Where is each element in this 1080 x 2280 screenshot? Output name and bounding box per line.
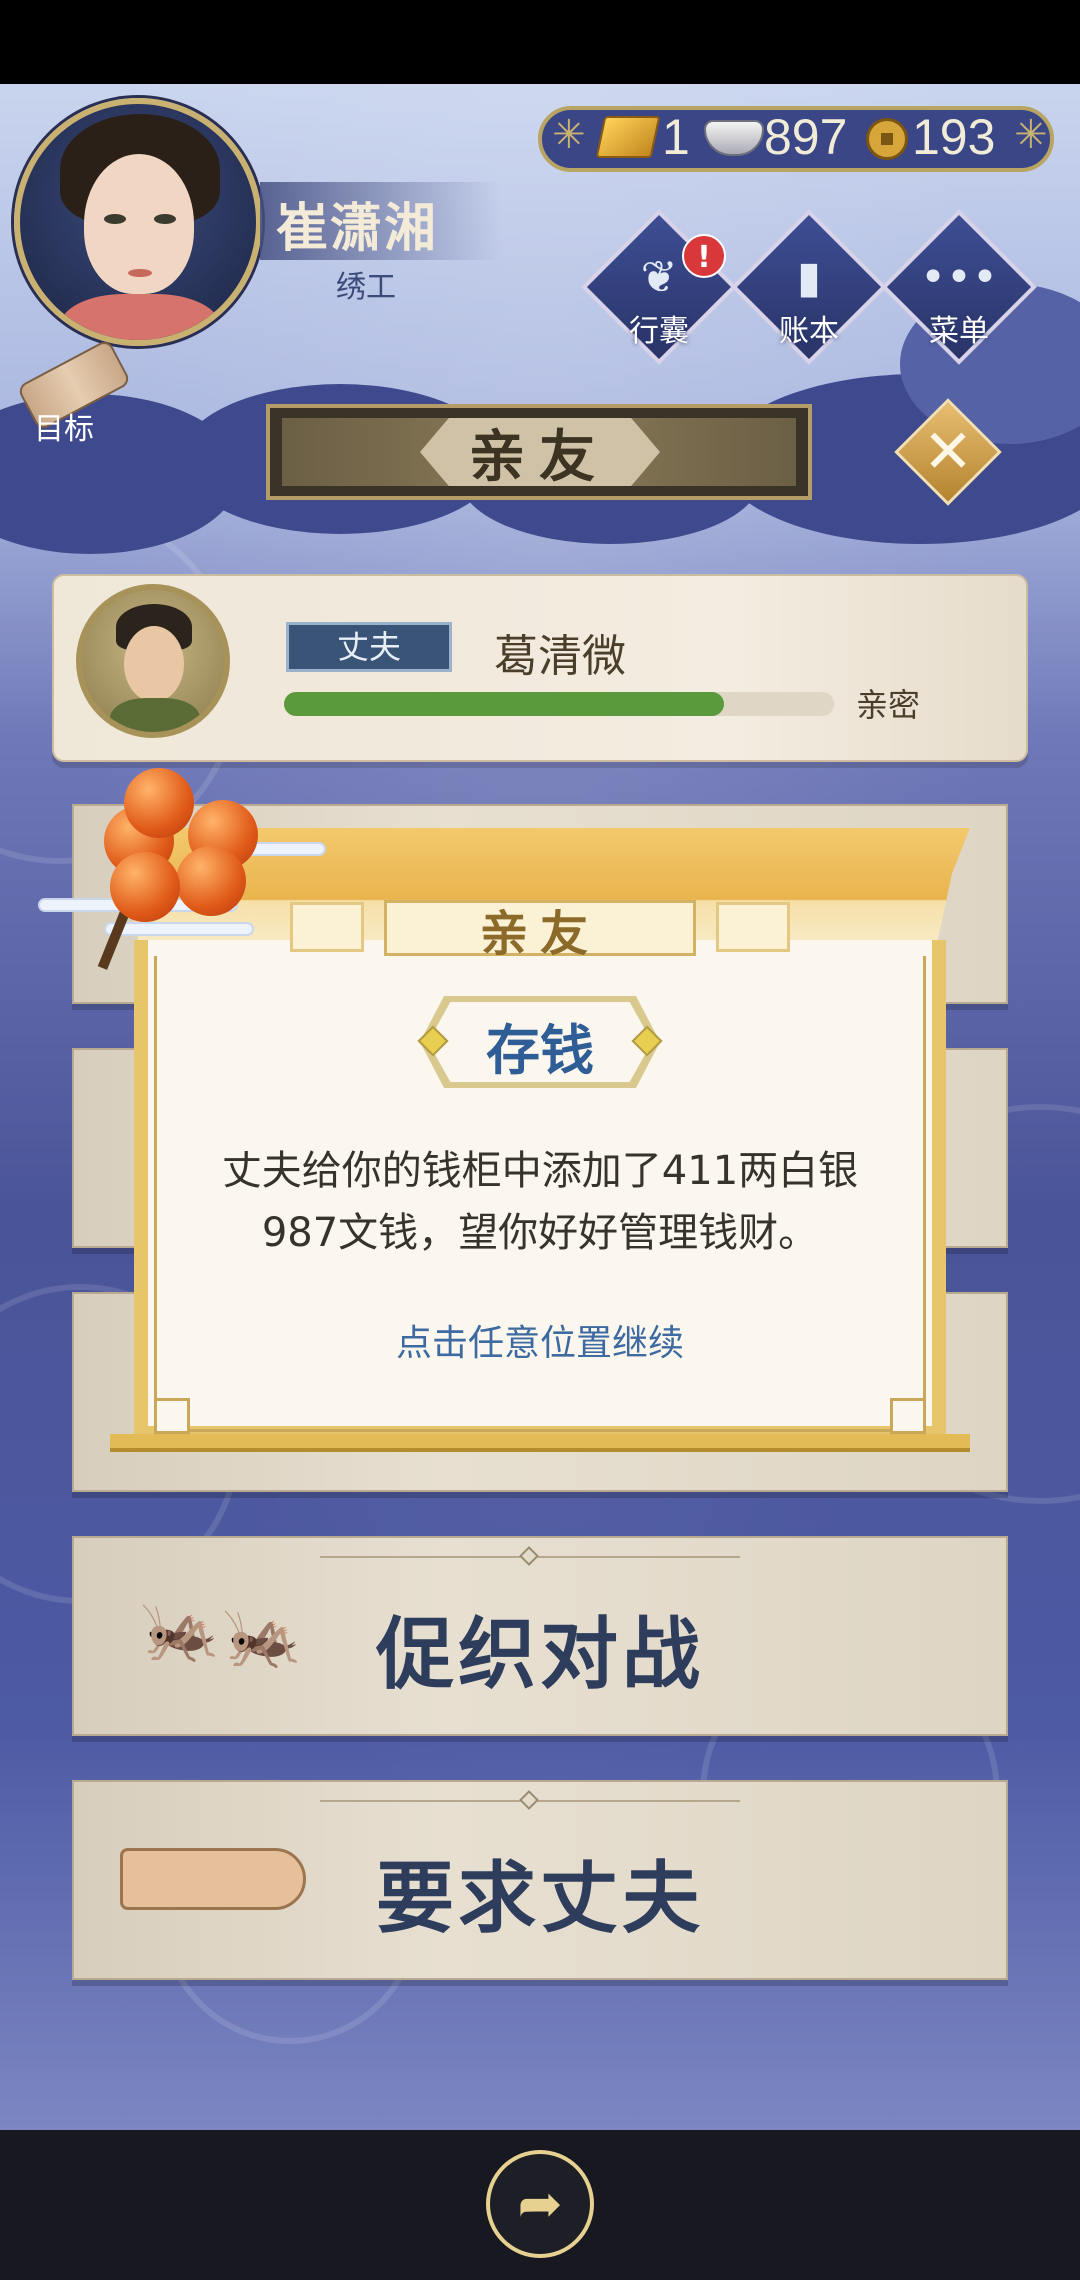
close-icon: ✕ xyxy=(922,417,974,487)
ledger-label: 账本 xyxy=(779,314,839,349)
relationship-status: 亲密 xyxy=(856,686,921,724)
continue-hint[interactable]: 点击任意位置继续 xyxy=(180,1314,900,1366)
share-icon: ➦ xyxy=(517,2172,563,2235)
relative-avatar xyxy=(76,584,230,738)
gold-amount: 1 xyxy=(662,109,690,165)
player-title: 绣工 xyxy=(336,270,396,305)
ask-husband-label: 要求丈夫 xyxy=(375,1854,704,1944)
affection-bar-fill xyxy=(284,692,724,716)
coin-amount: 193 xyxy=(912,109,996,165)
dialog-title: 亲友 xyxy=(479,906,600,962)
dialog-message-line-1: 丈夫给你的钱柜中添加了411两白银 xyxy=(221,1148,859,1194)
player-name: 崔潇湘 xyxy=(276,199,439,259)
relative-role-tag: 丈夫 xyxy=(286,622,452,672)
relative-name: 葛清微 xyxy=(494,631,626,682)
bamboo-left-icon: ✳ xyxy=(552,112,586,158)
goal-label[interactable]: 目标 xyxy=(34,404,94,448)
cricket-battle-label: 促织对战 xyxy=(375,1610,704,1700)
more-icon: ••• xyxy=(920,252,998,303)
dialog-message-line-2: 987文钱，望你好好管理钱财。 xyxy=(261,1210,819,1256)
dialog-subtitle: 存钱 xyxy=(486,1019,594,1082)
bamboo-right-icon: ✳ xyxy=(1014,112,1048,158)
share-button[interactable]: ➦ xyxy=(486,2150,594,2258)
player-avatar[interactable] xyxy=(14,98,262,346)
candied-haw-icon xyxy=(110,852,180,922)
status-bar xyxy=(0,0,1080,84)
bag-label: 行囊 xyxy=(629,314,689,349)
candied-haw-icon xyxy=(124,768,194,838)
page-title: 亲友 xyxy=(469,425,609,490)
silver-amount: 897 xyxy=(764,109,848,165)
copper-coin-icon xyxy=(866,118,908,160)
candied-haw-icon xyxy=(176,846,246,916)
dialog-message: 丈夫给你的钱柜中添加了411两白银 987文钱，望你好好管理钱财。 xyxy=(180,1140,900,1264)
gold-ingot-icon xyxy=(595,116,661,158)
ledger-icon: ▮ xyxy=(796,252,822,303)
dialog-base xyxy=(110,1434,970,1452)
menu-label: 菜单 xyxy=(929,314,989,349)
bag-alert-badge: ! xyxy=(682,234,726,278)
